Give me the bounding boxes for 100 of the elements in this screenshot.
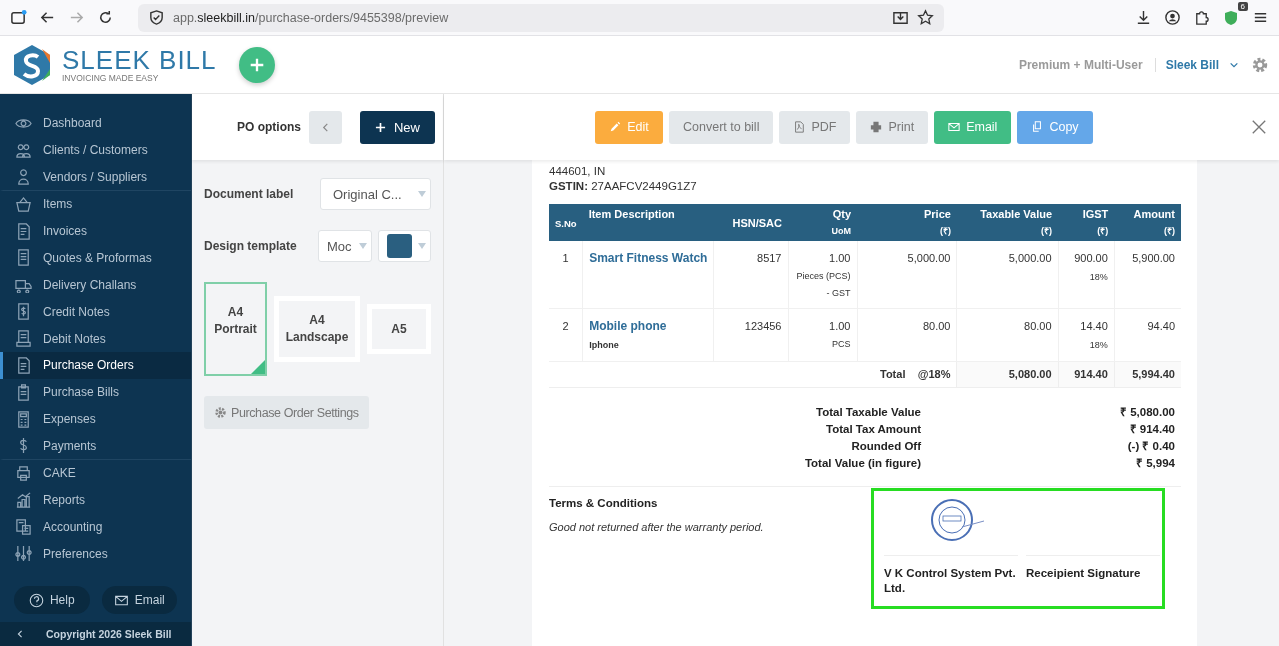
column-header: S.No	[549, 204, 583, 241]
logo-text: SLEEK BILL	[62, 46, 217, 73]
sidebar-item[interactable]: Payments	[0, 432, 191, 460]
document-icon	[15, 356, 32, 374]
summary-label: Total Taxable Value	[814, 405, 921, 420]
sidebar-item[interactable]: CAKE	[0, 459, 191, 487]
table-cell: 5,000.00	[857, 241, 957, 309]
document-icon	[15, 222, 32, 240]
extension-badge: 6	[1237, 1, 1248, 11]
pdf-file-icon	[793, 121, 806, 133]
document-icon	[15, 249, 32, 267]
table-cell: Smart Fitness Watch	[582, 241, 714, 309]
sidebar-item[interactable]: Delivery Challans	[0, 271, 191, 299]
ledger-icon	[15, 518, 32, 536]
paper-size-option[interactable]: A4 Landscape	[274, 296, 360, 362]
summary-label: Total Tax Amount	[825, 422, 921, 437]
table-cell: 1.00 Pieces (PCS) - GST	[788, 241, 857, 309]
person-icon	[15, 168, 32, 186]
settings-icon[interactable]	[1251, 55, 1269, 74]
shield-icon[interactable]	[148, 9, 165, 26]
table-cell: 5,900.00	[1114, 241, 1181, 309]
printer-icon	[870, 121, 883, 133]
sidebar-item[interactable]: Quotes & Proformas	[0, 244, 191, 272]
table-cell: 1	[549, 241, 583, 309]
calculator-icon	[15, 410, 32, 428]
paper-size-option[interactable]: A4 Portrait	[204, 282, 267, 376]
account-icon[interactable]	[1164, 9, 1181, 26]
bar-chart-icon	[15, 491, 32, 509]
settings-button[interactable]: Purchase Order Settings	[204, 396, 369, 429]
puzzle-icon[interactable]	[1193, 9, 1210, 26]
summary-value: ₹ 5,080.00	[1119, 405, 1175, 420]
column-header: HSN/SAC	[713, 204, 788, 241]
design-template-select[interactable]: Moc	[318, 230, 372, 262]
help-icon	[28, 592, 44, 608]
table-cell: 900.00 18%	[1058, 241, 1115, 309]
sidebar-item[interactable]: Clients / Customers	[0, 136, 191, 164]
sidebar-item[interactable]: Purchase Orders	[0, 352, 191, 379]
close-icon[interactable]	[1251, 119, 1267, 135]
tabs-icon[interactable]	[10, 9, 27, 26]
address-bar[interactable]: app.sleekbill.in/purchase-orders/9455398/preview	[138, 3, 944, 32]
signatory-name: V K Control System Pvt. Ltd.	[884, 566, 1017, 596]
column-header: Taxable Value (₹)	[956, 204, 1059, 241]
field-label: Design template	[204, 239, 298, 253]
document-label-select[interactable]: Original C...	[320, 178, 431, 210]
table-cell: 14.40 18%	[1058, 308, 1115, 362]
sliders-icon	[15, 545, 32, 563]
recipient-signature-label: Receipient Signature	[1026, 566, 1142, 581]
sidebar-item[interactable]: Items	[0, 190, 191, 218]
sidebar-item[interactable]: Vendors / Suppliers	[0, 163, 191, 191]
summary-value: ₹ 914.40	[1128, 422, 1175, 437]
table-cell: 123456	[713, 308, 788, 362]
sidebar-item[interactable]: Invoices	[0, 217, 191, 245]
table-cell: 5,994.40	[1114, 361, 1181, 388]
sidebar-item[interactable]: Preferences	[0, 540, 191, 568]
paper-size-option[interactable]: A5	[367, 304, 431, 354]
print-button[interactable]: Print	[856, 110, 929, 144]
sidebar-item[interactable]: Credit Notes	[0, 298, 191, 326]
sidebar-item[interactable]: Debit Notes	[0, 325, 191, 352]
sidebar-item[interactable]: Dashboard	[0, 110, 191, 137]
column-header: Qty UoM	[788, 204, 857, 241]
collapse-icon[interactable]	[16, 630, 24, 638]
company-dropdown[interactable]: Sleek Bill	[1157, 53, 1247, 76]
summary-label: Rounded Off	[850, 439, 921, 454]
sidebar-item[interactable]: Expenses	[0, 405, 191, 433]
summary-value: ₹ 5,994	[1135, 456, 1175, 471]
convert-button[interactable]: Convert to bill	[669, 110, 774, 144]
new-button[interactable]: New	[360, 110, 435, 144]
summary-value: (-) ₹ 0.40	[1126, 439, 1175, 454]
column-header: Amount (₹)	[1114, 204, 1181, 241]
column-header: IGST (₹)	[1058, 204, 1115, 241]
reload-icon[interactable]	[97, 9, 114, 26]
table-cell: 5,080.00	[956, 361, 1059, 388]
pdf-button[interactable]: PDF	[779, 110, 851, 144]
gear-icon	[214, 406, 227, 419]
copyright-text: Copyright 2026 Sleek Bill	[46, 628, 172, 640]
table-cell: 1.00 PCS	[788, 308, 857, 362]
field-label: Document label	[204, 187, 295, 201]
table-cell: 2	[549, 308, 583, 362]
email-button[interactable]: Email	[101, 586, 177, 614]
plan-label: Premium + Multi-User	[1018, 57, 1156, 72]
chevron-left-icon	[321, 122, 330, 132]
summary-label: Total Value (in figure)	[803, 456, 921, 471]
sidebar-item[interactable]: Reports	[0, 486, 191, 514]
table-cell: 80.00	[956, 308, 1059, 362]
download-icon[interactable]	[1135, 9, 1152, 26]
url-text: app.sleekbill.in/purchase-orders/9455398/preview	[173, 10, 449, 25]
document-icon	[15, 330, 32, 348]
help-button[interactable]: Help	[14, 586, 90, 614]
install-icon[interactable]	[892, 9, 909, 26]
table-cell: 80.00	[857, 308, 957, 362]
copy-icon	[1031, 121, 1044, 133]
dollar-document-icon	[15, 303, 32, 321]
sidebar-item[interactable]: Purchase Bills	[0, 378, 191, 406]
basket-icon	[15, 195, 32, 213]
gstin-text: GSTIN: 27AAFCV2449G1Z7	[549, 179, 698, 194]
color-select[interactable]	[378, 230, 431, 262]
pencil-icon	[609, 121, 622, 133]
sidebar-item[interactable]: Accounting	[0, 513, 191, 541]
options-title: PO options	[237, 120, 301, 134]
star-icon[interactable]	[917, 9, 934, 26]
